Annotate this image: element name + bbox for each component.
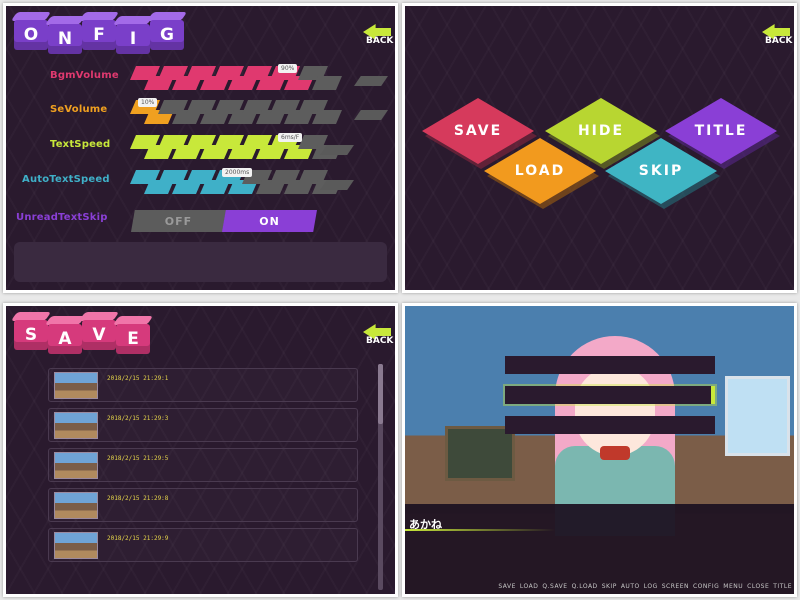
quick-menu-item[interactable]: SAVE [498, 583, 516, 590]
save-date: 2018/2/15 21:29:1 [107, 375, 169, 382]
quick-menu-item[interactable]: LOAD [520, 583, 538, 590]
title-letter: I [116, 24, 150, 54]
save-thumbnail [54, 412, 98, 439]
game-scene: あかね SAVE LOAD Q.SAVE Q.LOAD SKIP AUTO LOG SCREE… [402, 303, 797, 597]
slider-value: 2000ms [222, 168, 253, 177]
classroom-window [725, 376, 790, 456]
title-letter: F [82, 20, 116, 50]
save-slot[interactable]: 2018/2/15 21:29:1 [48, 368, 358, 402]
back-button[interactable]: BACK [363, 24, 393, 50]
save-thumbnail [54, 452, 98, 479]
quick-menu-item[interactable]: MENU [723, 583, 743, 590]
save-date: 2018/2/15 21:29:9 [107, 535, 169, 542]
quick-menu-item[interactable]: AUTO [621, 583, 640, 590]
slider-value: 10% [138, 98, 158, 107]
quick-menu: SAVE LOAD Q.SAVE Q.LOAD SKIP AUTO LOG SCREEN CON… [498, 583, 792, 590]
back-button[interactable]: BACK [762, 24, 792, 50]
save-screen: SAVE BACK 2018/2/15 21:29:1 2018/2/15 21:… [3, 303, 398, 597]
toggle-off-button[interactable]: OFF [131, 210, 226, 232]
title-letter: O [14, 20, 48, 50]
menu-screen: BACK SAVE HIDE TITLE LOAD SKIP [402, 3, 797, 293]
back-label: BACK [765, 36, 793, 46]
title-letter: V [82, 320, 116, 350]
character-face [575, 366, 655, 456]
save-scrollbar[interactable] [378, 364, 383, 590]
slider-value: 90% [278, 64, 298, 73]
save-slot[interactable]: 2018/2/15 21:29:8 [48, 488, 358, 522]
save-thumbnail [54, 532, 98, 559]
save-thumbnail [54, 492, 98, 519]
config-row-label: AutoTextSpeed [22, 174, 110, 185]
quick-menu-item[interactable]: Q.SAVE [542, 583, 567, 590]
save-date: 2018/2/15 21:29:3 [107, 415, 169, 422]
unread-text-skip-label: UnreadTextSkip [16, 212, 108, 223]
title-letter: S [14, 320, 48, 350]
quick-menu-item[interactable]: TITLE [773, 583, 792, 590]
back-label: BACK [366, 36, 394, 46]
title-letter: N [48, 24, 82, 54]
config-screen: ONFIG BACK BgmVolume 90% SeVolume 10% TextSp… [3, 3, 398, 293]
back-label: BACK [366, 336, 394, 346]
config-row-label: TextSpeed [50, 139, 111, 150]
save-slot[interactable]: 2018/2/15 21:29:9 [48, 528, 358, 562]
message-window[interactable] [405, 504, 794, 594]
save-date: 2018/2/15 21:29:8 [107, 495, 169, 502]
character-ribbon [600, 446, 630, 460]
toggle-on-button[interactable]: ON [222, 210, 317, 232]
quick-menu-item[interactable]: SCREEN [662, 583, 689, 590]
quick-menu-item[interactable]: CONFIG [693, 583, 719, 590]
config-footer [14, 242, 387, 282]
config-row-label: SeVolume [50, 104, 108, 115]
title-letter: A [48, 324, 82, 354]
speaker-underline [405, 529, 555, 531]
save-thumbnail [54, 372, 98, 399]
quick-menu-item[interactable]: SKIP [602, 583, 617, 590]
choice-option-2[interactable] [505, 386, 715, 404]
save-date: 2018/2/15 21:29:5 [107, 455, 169, 462]
slider-value: 6ms/F [278, 133, 303, 142]
config-row-label: BgmVolume [50, 70, 119, 81]
quick-menu-item[interactable]: Q.LOAD [572, 583, 598, 590]
quick-menu-item[interactable]: CLOSE [747, 583, 769, 590]
bookshelf [445, 426, 515, 481]
title-letter: G [150, 20, 184, 50]
quick-menu-item[interactable]: LOG [644, 583, 658, 590]
title-letter: E [116, 324, 150, 354]
choice-option-3[interactable] [505, 416, 715, 434]
choice-option-1[interactable] [505, 356, 715, 374]
save-slot[interactable]: 2018/2/15 21:29:5 [48, 448, 358, 482]
save-slot[interactable]: 2018/2/15 21:29:3 [48, 408, 358, 442]
scroll-thumb[interactable] [378, 364, 383, 424]
back-button[interactable]: BACK [363, 324, 393, 350]
